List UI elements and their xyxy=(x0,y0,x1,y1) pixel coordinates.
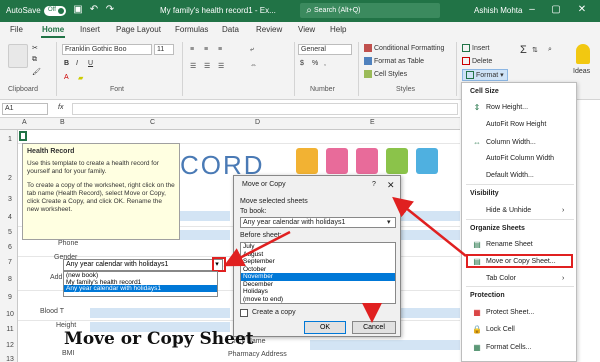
overlay-caption: Move or Copy Sheet xyxy=(64,329,254,349)
arrow-to-dialog xyxy=(392,196,467,257)
annotation-arrows xyxy=(223,196,467,323)
arrow-to-dropdown xyxy=(223,230,291,267)
